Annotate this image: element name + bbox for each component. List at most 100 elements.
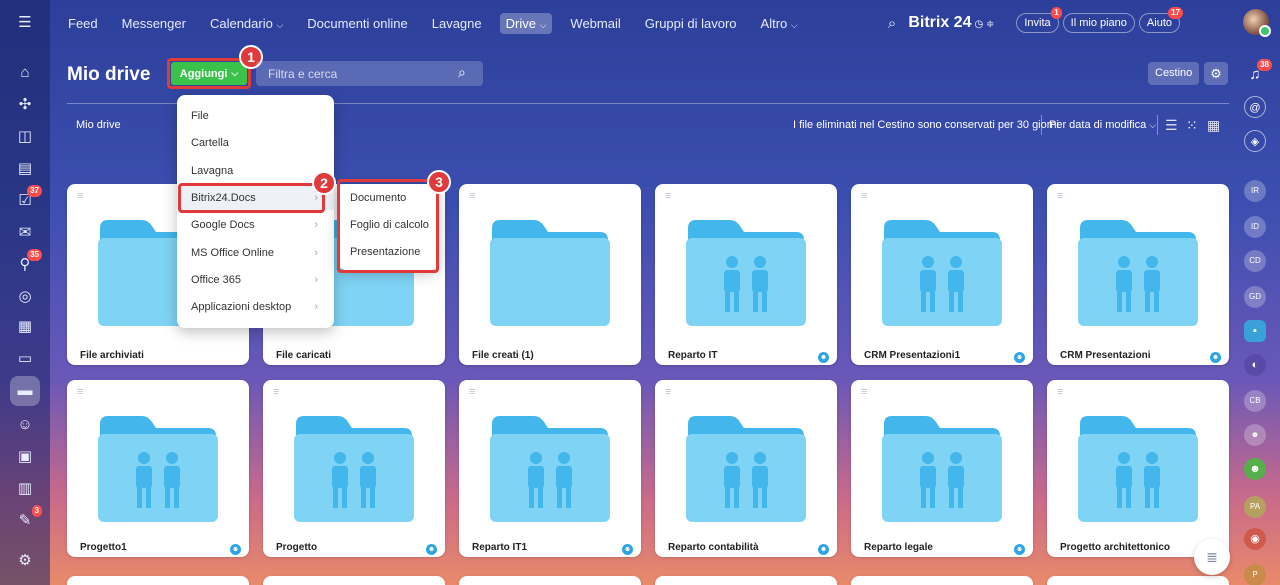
list-view-icon[interactable]: ☰ (1165, 117, 1178, 134)
menu-item[interactable]: Office 365 › (177, 268, 334, 292)
shared-folder-icon (882, 416, 1002, 522)
folder-card[interactable]: ≡ CRM Presentazioni1 ☻ (851, 184, 1033, 365)
copilot-icon[interactable]: ◈ (1244, 130, 1266, 152)
avatar[interactable]: P (1244, 564, 1266, 585)
mail-icon[interactable]: ✉ (14, 222, 36, 244)
folder-card[interactable]: ≡ Progetto1 ☻ (67, 380, 249, 557)
trash-button[interactable]: Cestino (1148, 62, 1200, 85)
users-icon[interactable]: ☺ (14, 414, 36, 436)
invite-button[interactable]: Invita 1 (1016, 7, 1062, 33)
menu-item[interactable]: Cartella (177, 131, 334, 155)
search-icon[interactable]: ⌕ (888, 15, 896, 32)
nav-documenti[interactable]: Documenti online (301, 13, 413, 34)
chat-group-icon[interactable]: ▪ (1244, 320, 1266, 342)
list-icon[interactable]: ≣ (1194, 539, 1230, 575)
drag-handle-icon[interactable]: ≡ (1057, 387, 1063, 398)
nav-webmail[interactable]: Webmail (564, 13, 626, 34)
home-icon[interactable]: ⌂ (14, 62, 36, 84)
target-icon[interactable]: ◉ (1244, 528, 1266, 550)
presentation-icon[interactable]: ▣ (14, 446, 36, 468)
menu-item[interactable]: File (177, 104, 334, 128)
folder-card[interactable]: ≡ CRM Presentazioni ☻ (1047, 184, 1229, 365)
breadcrumb[interactable]: Mio drive (76, 119, 121, 131)
avatar[interactable]: CB (1244, 390, 1266, 412)
folder-card[interactable]: ≡ Reparto IT ☻ (655, 184, 837, 365)
nav-feed[interactable]: Feed (62, 13, 104, 34)
help-badge: 17 (1168, 7, 1183, 19)
schedule-icon[interactable]: ▥ (14, 478, 36, 500)
folder-card[interactable] (459, 576, 641, 585)
at-icon[interactable]: @ (1244, 96, 1266, 118)
menu-item[interactable]: Google Docs › (177, 213, 334, 237)
search-input[interactable] (256, 61, 483, 86)
menu-item[interactable]: MS Office Online › (177, 241, 334, 265)
checkbox-icon[interactable]: ☑ 37 (14, 185, 42, 212)
drag-handle-icon[interactable]: ≡ (77, 387, 83, 398)
menu-item-label: Cartella (191, 137, 229, 149)
grid-large-view-icon[interactable]: ▦ (1207, 117, 1220, 134)
news-icon[interactable]: ▤ (14, 158, 36, 180)
folder-card[interactable]: ≡ Reparto contabilità ☻ (655, 380, 837, 557)
folder-card[interactable] (655, 576, 837, 585)
avatar[interactable]: PA (1244, 496, 1266, 518)
sort-dropdown[interactable]: Per data di modifica ⌵ (1049, 119, 1156, 131)
calendar-icon[interactable]: ▦ (14, 316, 36, 338)
avatar[interactable]: IR (1244, 180, 1266, 202)
drag-handle-icon[interactable]: ≡ (273, 387, 279, 398)
nav-gruppi[interactable]: Gruppi di lavoro (639, 13, 743, 34)
nav-drive[interactable]: Drive ⌵ (499, 12, 553, 34)
nav-altro[interactable]: Altro ⌵ (755, 13, 804, 34)
callout-3: 3 (427, 170, 451, 194)
folder-card[interactable]: ≡ Progetto architettonico ☻ (1047, 380, 1229, 557)
drag-handle-icon[interactable]: ≡ (77, 191, 83, 202)
help-button[interactable]: Aiuto 17 (1138, 7, 1183, 33)
menu-item[interactable]: Lavagna (177, 159, 334, 183)
document-icon[interactable]: ▭ (14, 348, 36, 370)
avatar[interactable]: GD (1244, 286, 1266, 308)
folder-card[interactable] (263, 576, 445, 585)
group-icon[interactable]: ☻ (1244, 424, 1266, 446)
menu-icon[interactable]: ☰ (14, 12, 36, 34)
drag-handle-icon[interactable]: ≡ (861, 387, 867, 398)
folder-card[interactable]: ≡ Progetto ☻ (263, 380, 445, 557)
search-icon[interactable]: ⌕ (458, 64, 466, 81)
folder-card[interactable] (1047, 576, 1229, 585)
folder-card[interactable] (851, 576, 1033, 585)
shared-folder-icon (686, 220, 806, 326)
right-sidebar: ♫ 38 @ ◈ IR ID CD GD ▪ ◐ CB ☻ ☻ PA ◉ P (1230, 46, 1280, 585)
drag-handle-icon[interactable]: ≡ (861, 191, 867, 202)
grid-small-view-icon[interactable]: ⁙ (1186, 117, 1198, 134)
group-icon[interactable]: ☻ (1244, 458, 1266, 480)
menu-item-label: Google Docs (191, 219, 255, 231)
gear-icon[interactable]: ⚙ (1204, 62, 1228, 85)
avatar[interactable]: ID (1244, 216, 1266, 238)
shared-folder-icon (1078, 220, 1198, 326)
brand-logo[interactable]: Bitrix 24 ◷ ≑ (908, 14, 994, 32)
drag-handle-icon[interactable]: ≡ (665, 387, 671, 398)
nav-calendario[interactable]: Calendario ⌵ (204, 13, 289, 34)
target-icon[interactable]: ◎ (14, 286, 36, 308)
plan-button[interactable]: Il mio piano (1062, 13, 1135, 33)
folder-card[interactable]: ≡ Reparto legale ☻ (851, 380, 1033, 557)
folder-card[interactable]: ≡ Reparto IT1 ☻ (459, 380, 641, 557)
avatar[interactable]: CD (1244, 250, 1266, 272)
edit-badge: 3 (31, 505, 42, 517)
avatar[interactable]: ◐ (1244, 354, 1266, 376)
gear-icon[interactable]: ⚙ (14, 550, 36, 572)
menu-item[interactable]: Applicazioni desktop › (177, 295, 334, 319)
drag-handle-icon[interactable]: ≡ (665, 191, 671, 202)
nav-messenger[interactable]: Messenger (116, 13, 192, 34)
chat-icon[interactable]: ◫ (14, 126, 36, 148)
edit-icon[interactable]: ✎ 3 (14, 505, 42, 532)
drag-handle-icon[interactable]: ≡ (1057, 191, 1063, 202)
folder-card[interactable]: ≡ File creati (1) (459, 184, 641, 365)
drag-handle-icon[interactable]: ≡ (469, 387, 475, 398)
tasks-flow-icon[interactable]: ✣ (14, 94, 36, 116)
bell-icon[interactable]: ♫ 38 (1244, 59, 1272, 86)
folder-name: Reparto contabilità (668, 542, 759, 553)
funnel-icon[interactable]: ⚲ 35 (14, 249, 42, 276)
folder-card[interactable] (67, 576, 249, 585)
nav-lavagne[interactable]: Lavagne (426, 13, 488, 34)
drive-icon[interactable]: ▬ (10, 376, 40, 406)
drag-handle-icon[interactable]: ≡ (469, 191, 475, 202)
